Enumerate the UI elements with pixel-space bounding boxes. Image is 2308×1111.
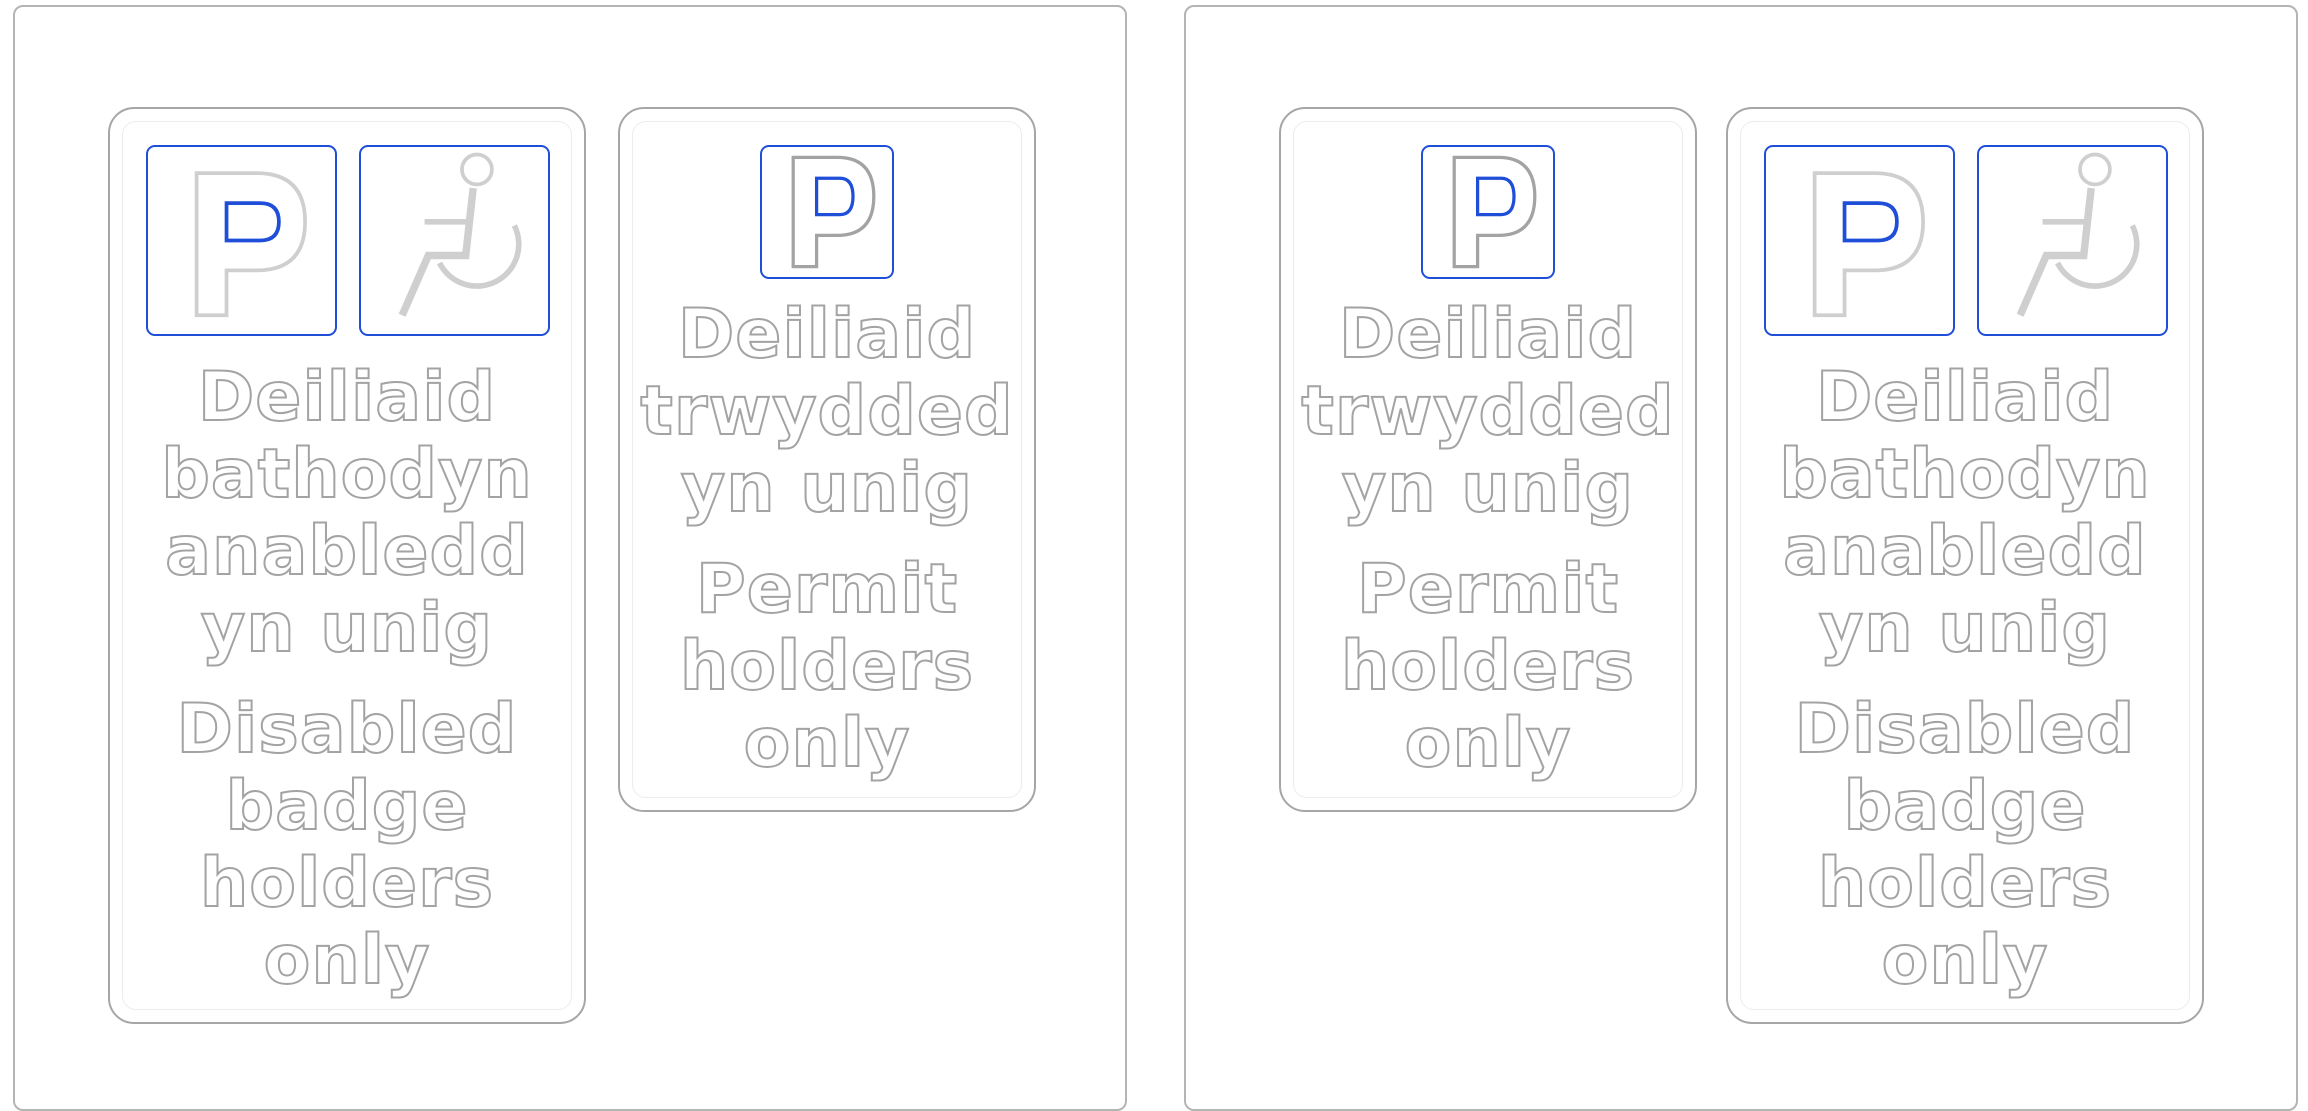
- parking-p-icon: [1421, 145, 1555, 279]
- wheelchair-icon: [1977, 145, 2168, 336]
- english-line: only: [743, 704, 911, 783]
- sign-text: Deiliaid bathodyn anabledd yn unig Disab…: [110, 358, 584, 1000]
- welsh-line: yn unig: [1818, 589, 2112, 668]
- permit-holders-sign: Deiliaid trwydded yn unig Permit holders…: [1279, 107, 1697, 812]
- welsh-line: anabledd: [1782, 512, 2147, 591]
- welsh-line: bathodyn: [1778, 435, 2151, 514]
- welsh-line: bathodyn: [160, 435, 533, 514]
- english-line: holders: [679, 627, 975, 706]
- parking-p-icon: [1764, 145, 1955, 336]
- english-line: only: [1881, 921, 2049, 1000]
- english-line: badge: [1842, 767, 2087, 846]
- wheelchair-icon: [359, 145, 550, 336]
- english-line: only: [1404, 704, 1572, 783]
- sign-text: Deiliaid trwydded yn unig Permit holders…: [620, 295, 1034, 783]
- english-line: Permit: [695, 550, 959, 629]
- sign-text: Deiliaid trwydded yn unig Permit holders…: [1281, 295, 1695, 783]
- welsh-line: yn unig: [680, 449, 974, 528]
- left-panel: Deiliaid bathodyn anabledd yn unig Disab…: [13, 5, 1127, 1111]
- english-line: Disabled: [176, 690, 518, 769]
- welsh-line: Deiliaid: [1338, 295, 1638, 374]
- english-line: Permit: [1356, 550, 1620, 629]
- right-panel: Deiliaid trwydded yn unig Permit holders…: [1184, 5, 2298, 1111]
- disabled-badge-sign: Deiliaid bathodyn anabledd yn unig Disab…: [108, 107, 586, 1024]
- parking-p-icon: [760, 145, 894, 279]
- welsh-line: Deiliaid: [677, 295, 977, 374]
- welsh-line: trwydded: [639, 372, 1014, 451]
- welsh-line: anabledd: [164, 512, 529, 591]
- english-line: holders: [1340, 627, 1636, 706]
- english-line: badge: [224, 767, 469, 846]
- sign-text: Deiliaid bathodyn anabledd yn unig Disab…: [1728, 358, 2202, 1000]
- permit-holders-sign: Deiliaid trwydded yn unig Permit holders…: [618, 107, 1036, 812]
- welsh-line: yn unig: [200, 589, 494, 668]
- disabled-badge-sign: Deiliaid bathodyn anabledd yn unig Disab…: [1726, 107, 2204, 1024]
- welsh-line: yn unig: [1341, 449, 1635, 528]
- welsh-line: Deiliaid: [1815, 358, 2115, 437]
- english-line: holders: [1817, 844, 2113, 923]
- welsh-line: Deiliaid: [197, 358, 497, 437]
- english-line: Disabled: [1794, 690, 2136, 769]
- english-line: holders: [199, 844, 495, 923]
- parking-p-icon: [146, 145, 337, 336]
- welsh-line: trwydded: [1300, 372, 1675, 451]
- english-line: only: [263, 921, 431, 1000]
